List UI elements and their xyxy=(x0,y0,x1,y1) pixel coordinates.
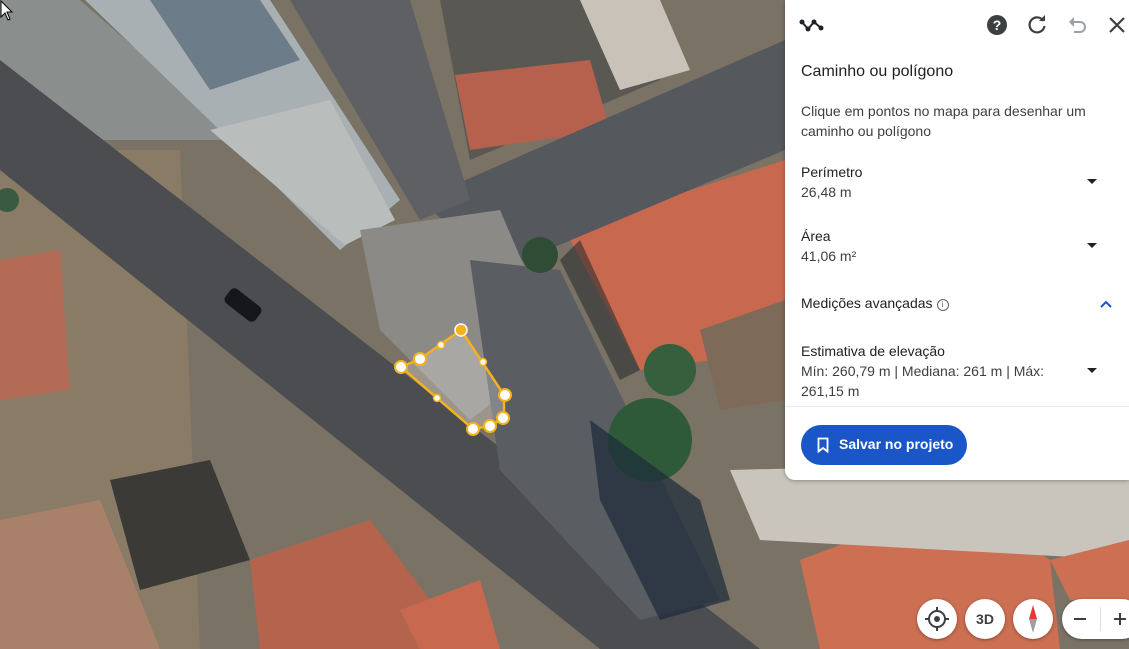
view-3d-label: 3D xyxy=(976,611,994,627)
locate-icon xyxy=(925,607,949,631)
refresh-icon[interactable] xyxy=(1025,13,1049,37)
panel-description: Clique em pontos no mapa para desenhar u… xyxy=(801,103,1086,139)
panel-header: ? xyxy=(785,0,1129,50)
polygon-vertex[interactable] xyxy=(496,411,510,425)
zoom-divider xyxy=(1100,607,1101,631)
polygon-vertex[interactable] xyxy=(413,352,427,366)
compass-icon xyxy=(1029,605,1037,633)
polygon-vertex[interactable] xyxy=(454,323,468,337)
elevation-row[interactable]: Estimativa de elevação Mín: 260,79 m | M… xyxy=(801,341,1113,401)
advanced-measurements-label: Medições avançadas xyxy=(801,295,933,311)
view-3d-button[interactable]: 3D xyxy=(965,599,1005,639)
elevation-dropdown-caret-icon[interactable] xyxy=(1087,368,1097,373)
compass-button[interactable] xyxy=(1013,599,1053,639)
undo-icon[interactable] xyxy=(1065,13,1089,37)
polygon-vertex[interactable] xyxy=(394,360,408,374)
perimeter-row[interactable]: Perímetro 26,48 m xyxy=(801,162,1113,202)
save-to-project-label: Salvar no projeto xyxy=(839,436,954,452)
path-polygon-tool-icon xyxy=(799,19,824,32)
info-icon[interactable]: i xyxy=(936,299,949,311)
polygon-midpoint[interactable] xyxy=(432,393,442,403)
advanced-measurements-toggle[interactable]: Medições avançadas i xyxy=(801,295,1113,315)
bookmark-icon xyxy=(817,437,829,453)
chevron-up-icon[interactable] xyxy=(1099,299,1113,309)
measure-panel: ? Caminho ou polígono Clique em pontos n… xyxy=(785,0,1129,480)
area-label: Área xyxy=(801,228,831,244)
help-icon[interactable]: ? xyxy=(985,13,1009,37)
elevation-label: Estimativa de elevação xyxy=(801,343,945,359)
panel-title: Caminho ou polígono xyxy=(801,63,954,80)
locate-button[interactable] xyxy=(917,599,957,639)
perimeter-value: 26,48 m xyxy=(801,184,852,200)
minus-icon[interactable] xyxy=(1072,611,1088,627)
polygon-midpoint[interactable] xyxy=(478,357,488,367)
area-dropdown-caret-icon[interactable] xyxy=(1087,243,1097,248)
mouse-cursor-icon xyxy=(0,0,14,21)
area-row[interactable]: Área 41,06 m² xyxy=(801,226,1113,266)
zoom-control xyxy=(1062,599,1129,639)
elevation-value: Mín: 260,79 m | Mediana: 261 m | Máx: 26… xyxy=(801,363,1045,399)
svg-text:?: ? xyxy=(993,17,1002,33)
close-icon[interactable] xyxy=(1105,13,1129,37)
panel-divider xyxy=(785,406,1129,407)
polygon-vertex[interactable] xyxy=(466,422,480,436)
polygon-vertex[interactable] xyxy=(483,419,497,433)
plus-icon[interactable] xyxy=(1112,611,1128,627)
polygon-midpoint[interactable] xyxy=(436,340,446,350)
area-value: 41,06 m² xyxy=(801,248,857,264)
perimeter-dropdown-caret-icon[interactable] xyxy=(1087,179,1097,184)
save-to-project-button[interactable]: Salvar no projeto xyxy=(801,425,967,465)
perimeter-label: Perímetro xyxy=(801,164,863,180)
polygon-vertex[interactable] xyxy=(498,388,512,402)
